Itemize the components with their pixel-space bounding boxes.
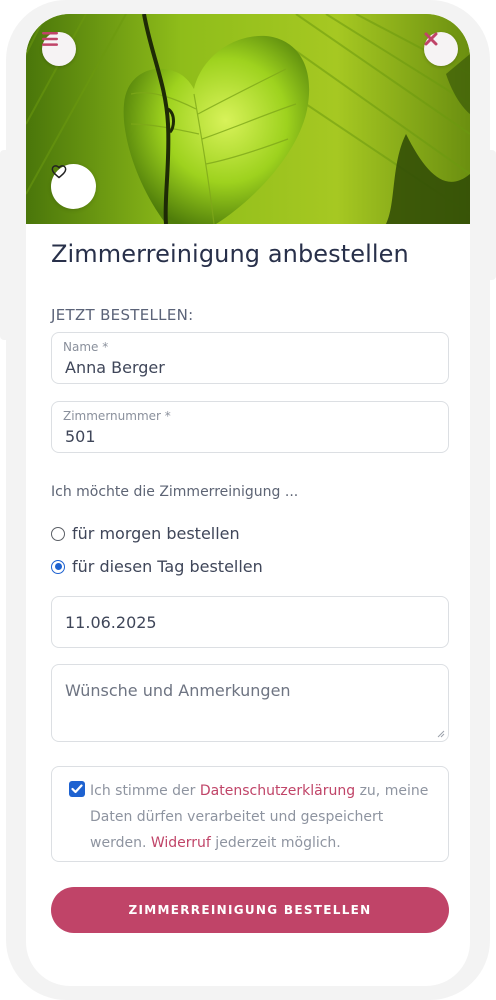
checkmark-icon [71, 784, 83, 794]
consent-box: Ich stimme der Datenschutzerklärung zu, … [51, 766, 449, 862]
section-label: JETZT BESTELLEN: [51, 306, 194, 324]
room-number-label: Zimmernummer * [63, 409, 171, 423]
withdrawal-link[interactable]: Widerruf [151, 835, 211, 851]
remarks-textarea[interactable]: Wünsche und Anmerkungen [51, 664, 449, 742]
helper-text: Ich möchte die Zimmerreinigung ... [51, 484, 299, 500]
close-icon [424, 32, 438, 46]
hero-image [26, 14, 470, 224]
device-side-button [486, 150, 496, 280]
radio-option-label: für morgen bestellen [72, 524, 240, 543]
remarks-placeholder: Wünsche und Anmerkungen [65, 681, 291, 700]
submit-order-button[interactable]: ZIMMERREINIGUNG BESTELLEN [51, 887, 449, 933]
radio-option-tomorrow[interactable]: für morgen bestellen [51, 524, 240, 543]
favorite-button[interactable] [51, 164, 96, 209]
consent-checkbox[interactable] [69, 781, 85, 797]
name-field-label: Name * [63, 340, 109, 354]
date-field[interactable]: 11.06.2025 [51, 596, 449, 648]
menu-button[interactable] [42, 32, 76, 66]
hamburger-icon [42, 32, 58, 46]
app-screen: Zimmerreinigung anbestellen JETZT BESTEL… [26, 14, 470, 986]
privacy-policy-link[interactable]: Datenschutzerklärung [200, 783, 355, 799]
radio-option-label: für diesen Tag bestellen [72, 557, 263, 576]
name-field-value: Anna Berger [65, 358, 165, 377]
radio-option-today[interactable]: für diesen Tag bestellen [51, 557, 263, 576]
consent-text: Ich stimme der Datenschutzerklärung zu, … [90, 778, 440, 856]
resize-handle-icon[interactable] [437, 730, 445, 738]
page-title: Zimmerreinigung anbestellen [51, 240, 409, 268]
consent-text-part: Ich stimme der [90, 783, 200, 799]
heart-outline-icon [51, 165, 67, 179]
name-field[interactable]: Name * Anna Berger [51, 332, 449, 384]
radio-button-selected[interactable] [51, 559, 65, 574]
room-number-value: 501 [65, 427, 96, 446]
consent-text-part: jederzeit möglich. [210, 835, 341, 851]
radio-button[interactable] [51, 526, 65, 541]
date-field-value: 11.06.2025 [65, 613, 157, 632]
room-number-field[interactable]: Zimmernummer * 501 [51, 401, 449, 453]
device-side-button [0, 150, 10, 340]
close-button[interactable] [424, 32, 458, 66]
